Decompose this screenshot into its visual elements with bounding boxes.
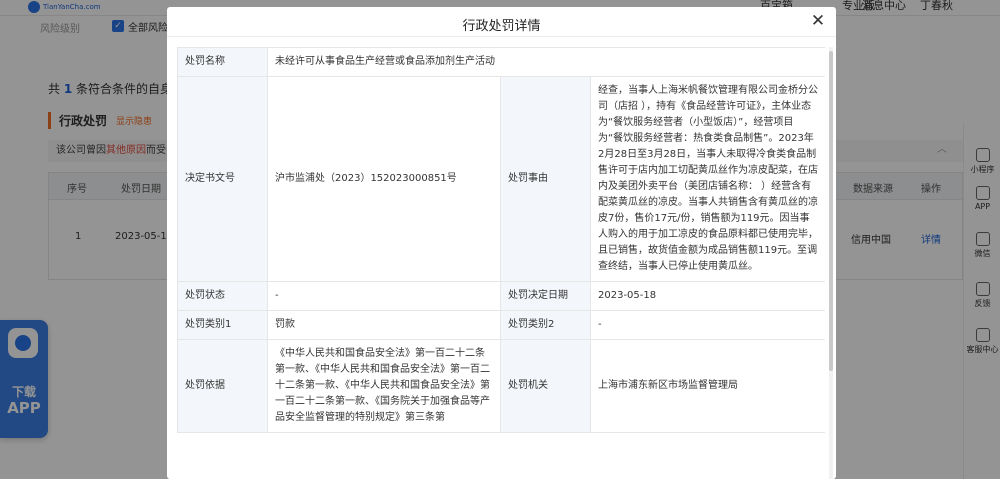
label-penalty-status: 处罚状态 bbox=[177, 281, 268, 311]
label-doc-number: 决定书文号 bbox=[177, 76, 268, 282]
label-penalty-basis: 处罚依据 bbox=[177, 339, 268, 433]
value-penalty-organ: 上海市浦东新区市场监督管理局 bbox=[589, 339, 825, 433]
label-category-2: 处罚类别2 bbox=[500, 310, 591, 340]
label-decision-date: 处罚决定日期 bbox=[500, 281, 591, 311]
value-penalty-status: - bbox=[267, 281, 501, 311]
value-category-2: - bbox=[589, 310, 825, 340]
value-penalty-name: 未经许可从事食品生产经营或食品添加剂生产活动 bbox=[266, 47, 825, 77]
value-penalty-basis: 《中华人民共和国食品安全法》第一百二十二条第一款、《中华人民共和国食品安全法》第… bbox=[267, 339, 501, 433]
value-doc-number: 沪市监浦处（2023）152023000851号 bbox=[267, 76, 501, 282]
modal-body: 处罚名称 未经许可从事食品生产经营或食品添加剂生产活动 决定书文号 沪市监浦处（… bbox=[177, 47, 825, 479]
row-categories: 处罚类别1 罚款 处罚类别2 - bbox=[177, 310, 825, 340]
row-basis-organ: 处罚依据 《中华人民共和国食品安全法》第一百二十二条第一款、《中华人民共和国食品… bbox=[177, 339, 825, 433]
modal-title: 行政处罚详情 bbox=[462, 19, 541, 34]
close-icon[interactable]: ✕ bbox=[808, 11, 828, 31]
modal-header: 行政处罚详情 ✕ bbox=[167, 7, 836, 37]
row-status-date: 处罚状态 - 处罚决定日期 2023-05-18 bbox=[177, 281, 825, 311]
value-category-1: 罚款 bbox=[267, 310, 501, 340]
label-penalty-organ: 处罚机关 bbox=[500, 339, 591, 433]
value-decision-date: 2023-05-18 bbox=[589, 281, 825, 311]
detail-table: 处罚名称 未经许可从事食品生产经营或食品添加剂生产活动 决定书文号 沪市监浦处（… bbox=[177, 47, 825, 433]
penalty-detail-modal: 行政处罚详情 ✕ 处罚名称 未经许可从事食品生产经营或食品添加剂生产活动 决定书… bbox=[167, 7, 836, 479]
label-category-1: 处罚类别1 bbox=[177, 310, 268, 340]
value-penalty-reason: 经查，当事人上海米帆餐饮管理有限公司金桥分公司（店招 ），持有《食品经营许可证》… bbox=[589, 76, 825, 282]
label-penalty-name: 处罚名称 bbox=[177, 47, 268, 77]
label-penalty-reason: 处罚事由 bbox=[500, 76, 591, 282]
row-doc-reason: 决定书文号 沪市监浦处（2023）152023000851号 处罚事由 经查，当… bbox=[177, 76, 825, 282]
modal-scrollbar-thumb[interactable] bbox=[829, 51, 833, 371]
row-penalty-name: 处罚名称 未经许可从事食品生产经营或食品添加剂生产活动 bbox=[177, 47, 825, 77]
